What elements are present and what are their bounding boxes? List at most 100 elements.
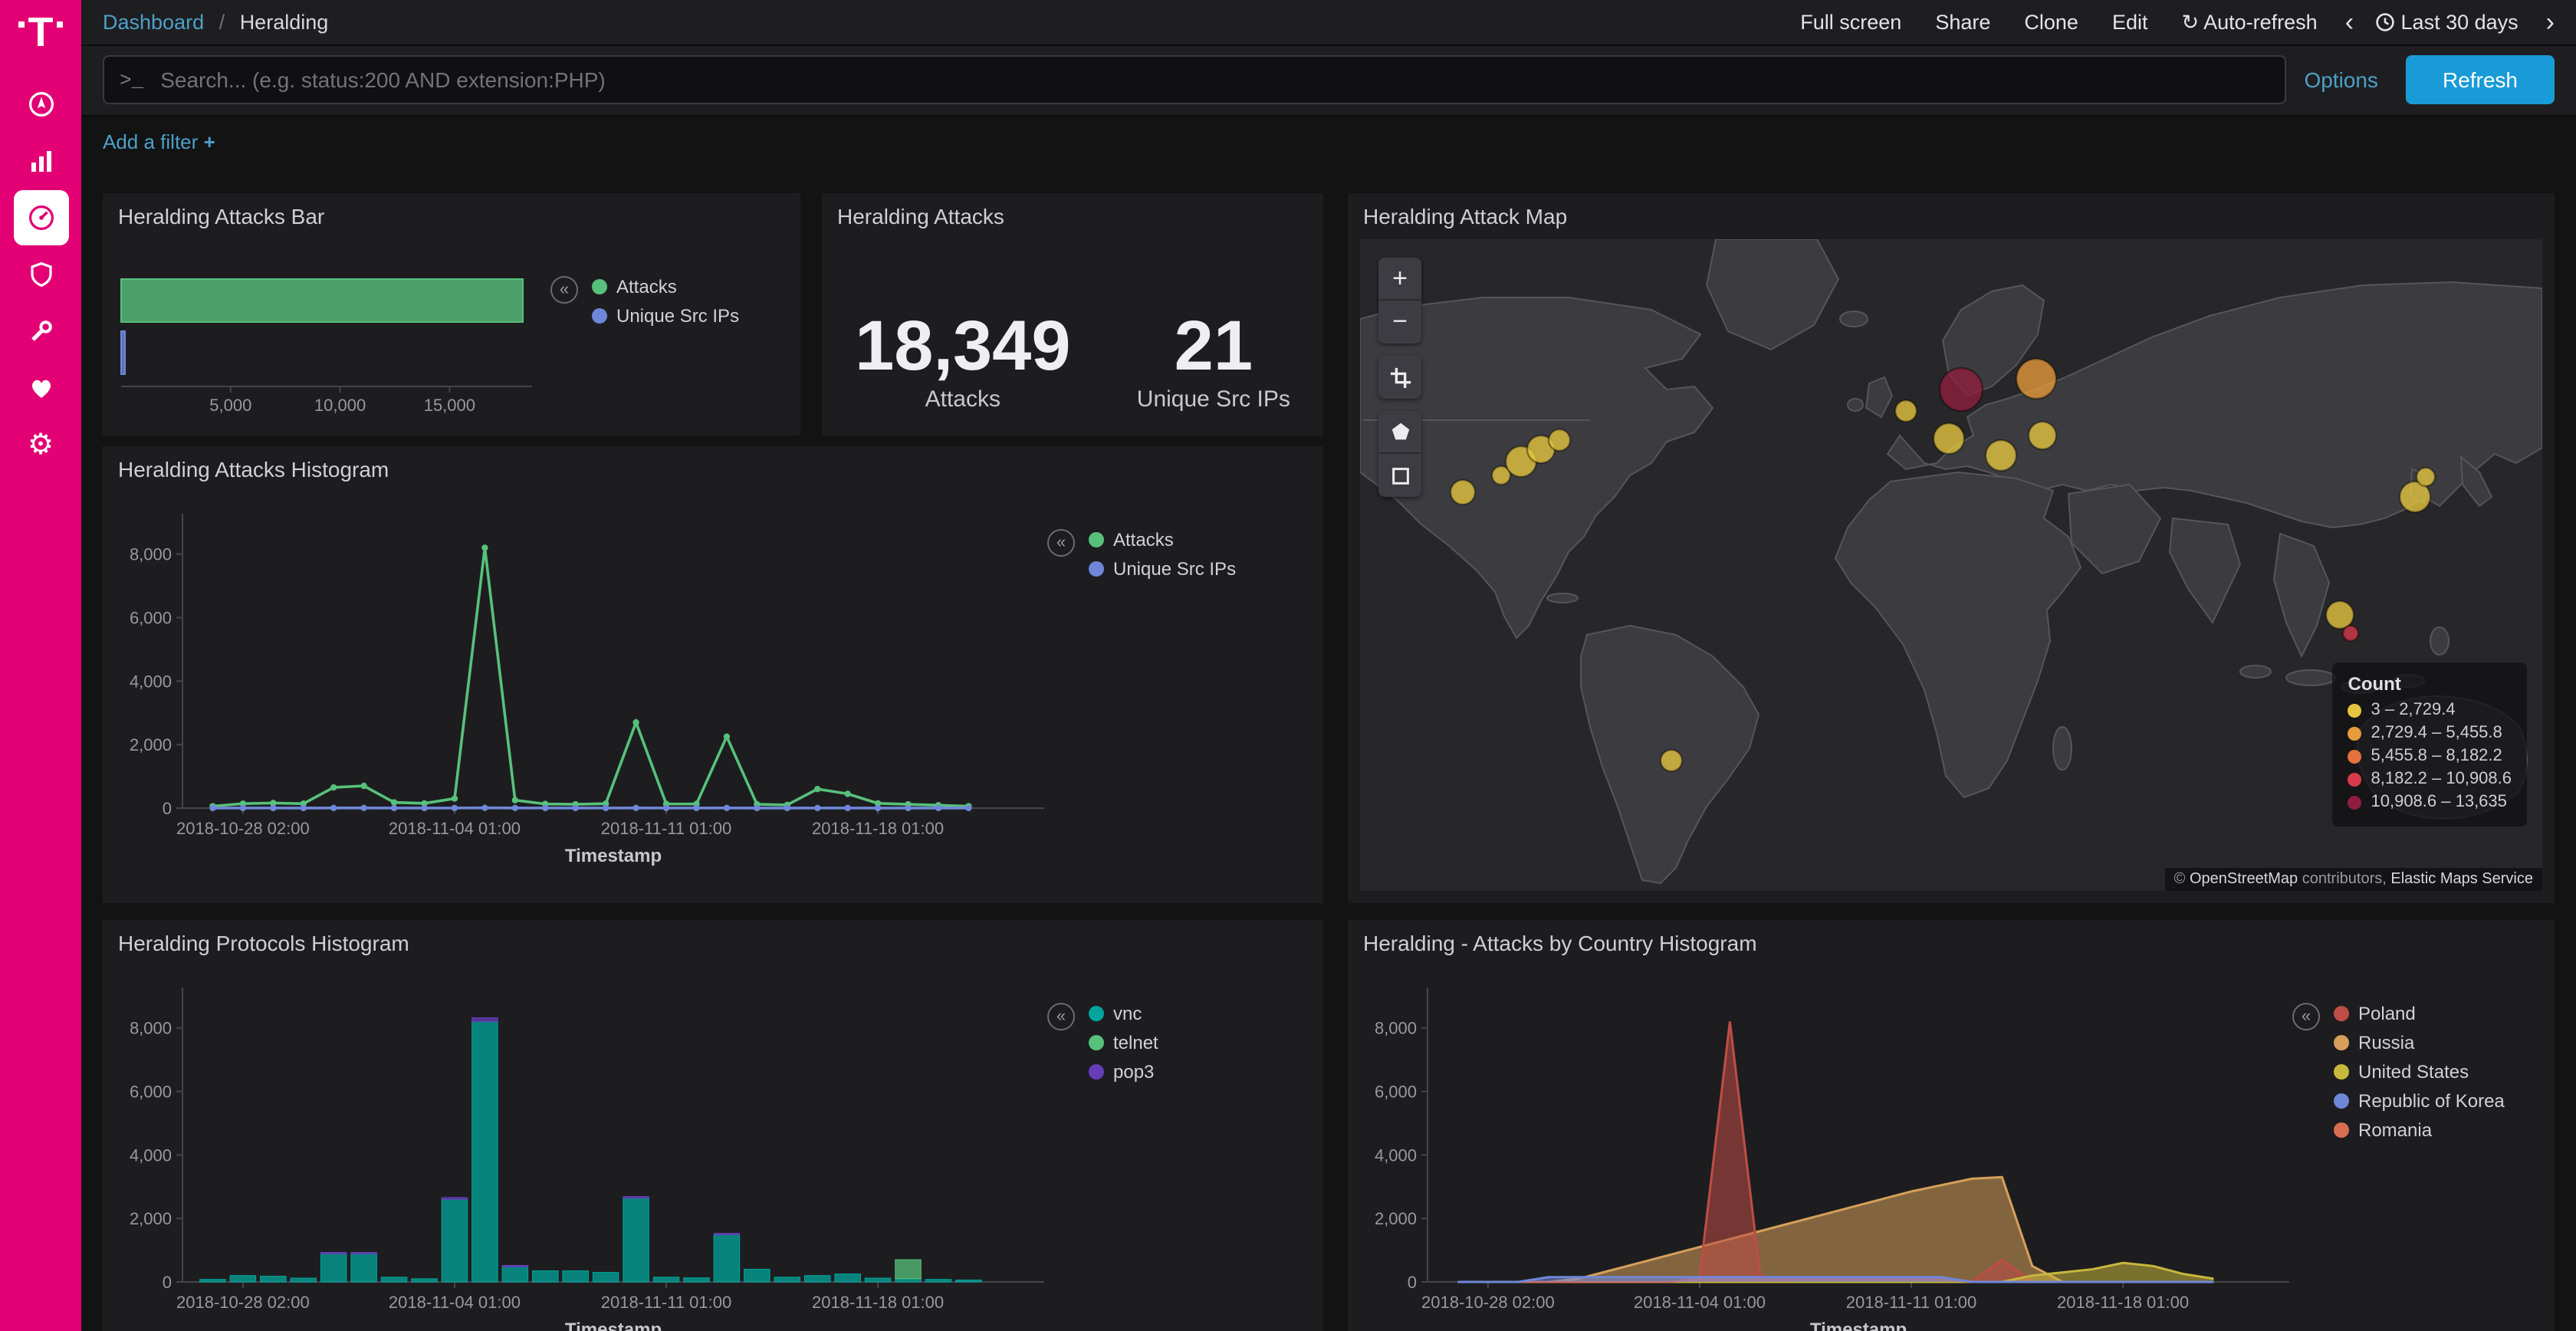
sidebar-item-settings[interactable]: ⚙ — [13, 418, 68, 473]
map-point[interactable] — [1549, 429, 1570, 451]
legend-item-united-states[interactable]: United States — [2334, 1061, 2505, 1083]
auto-refresh-button[interactable]: ↻ Auto-refresh — [2181, 10, 2317, 35]
query-bar: >_ Options Refresh — [81, 46, 2576, 117]
sidebar-item-tools[interactable] — [13, 304, 68, 360]
svg-text:2018-11-04 01:00: 2018-11-04 01:00 — [1634, 1293, 1766, 1312]
legend-item-attacks[interactable]: Attacks — [1089, 529, 1236, 550]
legend-item-attacks[interactable]: Attacks — [592, 276, 739, 297]
svg-text:8,000: 8,000 — [1375, 1019, 1417, 1038]
add-filter-link[interactable]: Add a filter + — [103, 130, 215, 153]
legend-dot — [1089, 1064, 1104, 1080]
clock-icon — [2375, 12, 2395, 32]
search-input[interactable] — [157, 66, 2269, 94]
svg-text:0: 0 — [163, 1273, 172, 1292]
svg-text:8,000: 8,000 — [130, 1019, 172, 1038]
topbar-edit[interactable]: Edit — [2112, 11, 2148, 34]
legend-item-poland[interactable]: Poland — [2334, 1003, 2505, 1024]
legend-items: Poland Russia United States Republic of Kor… — [2334, 1003, 2505, 1141]
panel-title: Heralding Attack Map — [1348, 193, 2555, 239]
legend-dot — [2348, 749, 2362, 763]
map-point[interactable] — [2029, 422, 2056, 449]
sidebar-item-dashboard[interactable] — [13, 191, 68, 246]
openstreetmap-link[interactable]: OpenStreetMap — [2190, 871, 2298, 888]
map-point[interactable] — [2343, 626, 2358, 641]
legend-item-romania[interactable]: Romania — [2334, 1119, 2505, 1141]
zoom-out-button[interactable]: − — [1378, 301, 1421, 343]
wrench-icon — [25, 317, 56, 347]
fit-bounds-icon[interactable] — [1378, 356, 1421, 399]
attacks-histogram-chart[interactable]: 02,0004,0006,0008,0002018-10-28 02:00201… — [115, 483, 1066, 880]
query-input-wrap[interactable]: >_ — [103, 55, 2285, 104]
panel-heralding-attacks-histogram: Heralding Attacks Histogram 02,0004,0006… — [103, 446, 1323, 903]
legend-dot — [2348, 795, 2362, 809]
sidebar-item-discover[interactable] — [13, 77, 68, 133]
map-point[interactable] — [2016, 359, 2056, 399]
svg-text:2,000: 2,000 — [130, 735, 172, 754]
map-point[interactable] — [1661, 750, 1682, 771]
legend-collapse-icon[interactable]: « — [550, 276, 578, 304]
metric-attacks: 18,349Attacks — [855, 310, 1070, 412]
query-options-link[interactable]: Options — [2304, 67, 2378, 92]
metric-value: 18,349 — [855, 310, 1070, 380]
kibana-dashboard: T ⚙ Dashboard / Heralding Full screen Sha… — [0, 0, 2576, 1331]
zoom-in-button[interactable]: + — [1378, 258, 1421, 301]
draw-polygon-icon[interactable] — [1378, 411, 1421, 454]
protocols-histogram-chart[interactable]: 02,0004,0006,0008,0002018-10-28 02:00201… — [115, 957, 1066, 1331]
refresh-button[interactable]: Refresh — [2406, 55, 2555, 104]
telekom-logo: T — [19, 14, 63, 51]
legend-item-unique-src-ips[interactable]: Unique Src IPs — [592, 305, 739, 327]
svg-text:4,000: 4,000 — [130, 672, 172, 691]
attack-map[interactable]: + − — [1360, 239, 2542, 891]
svg-text:2018-10-28 02:00: 2018-10-28 02:00 — [1421, 1293, 1555, 1312]
map-legend-bucket: 3 – 2,729.4 — [2348, 701, 2512, 719]
legend-collapse-icon[interactable]: « — [2292, 1003, 2320, 1030]
sidebar-item-security[interactable] — [13, 248, 68, 303]
legend-collapse-icon[interactable]: « — [1047, 529, 1075, 557]
topbar-clone[interactable]: Clone — [2024, 11, 2078, 34]
panel-heralding-attacks-bar: Heralding Attacks Bar 5,00010,00015,000 … — [103, 193, 800, 435]
metric-label: Unique Src IPs — [1137, 386, 1290, 412]
map-point[interactable] — [1940, 368, 1983, 411]
breadcrumb-separator: / — [219, 11, 225, 34]
map-point[interactable] — [1895, 400, 1917, 422]
svg-text:2018-11-18 01:00: 2018-11-18 01:00 — [812, 819, 944, 838]
time-back-icon[interactable]: ‹ — [2345, 9, 2354, 35]
legend-item-pop3[interactable]: pop3 — [1089, 1061, 1158, 1083]
map-point[interactable] — [1934, 423, 1964, 454]
country-histogram-chart[interactable]: 02,0004,0006,0008,0002018-10-28 02:00201… — [1360, 957, 2311, 1331]
attacks-bar-chart[interactable]: 5,00010,00015,000 — [115, 239, 563, 428]
legend-collapse-icon[interactable]: « — [1047, 1003, 1075, 1030]
map-point[interactable] — [1451, 480, 1475, 504]
breadcrumb-dashboard-link[interactable]: Dashboard — [103, 11, 204, 34]
map-legend-bucket: 2,729.4 – 5,455.8 — [2348, 724, 2512, 742]
elastic-maps-service-link[interactable]: Elastic Maps Service — [2390, 871, 2533, 888]
logo-letter: T — [28, 14, 54, 51]
legend-dot — [2348, 703, 2362, 717]
plus-icon: + — [204, 130, 215, 153]
map-legend-title: Count — [2348, 673, 2512, 695]
breadcrumb-current: Heralding — [240, 11, 329, 34]
topbar-full-screen[interactable]: Full screen — [1800, 11, 1901, 34]
legend-item-telnet[interactable]: telnet — [1089, 1032, 1158, 1053]
legend-item-russia[interactable]: Russia — [2334, 1032, 2505, 1053]
legend: « Attacks Unique Src IPs — [550, 276, 739, 327]
sidebar-item-visualize[interactable] — [13, 134, 68, 189]
svg-text:6,000: 6,000 — [130, 609, 172, 628]
time-range-picker[interactable]: Last 30 days — [2375, 11, 2518, 34]
draw-rectangle-icon[interactable] — [1378, 454, 1421, 497]
legend-items: Attacks Unique Src IPs — [592, 276, 739, 327]
time-forward-icon[interactable]: › — [2546, 9, 2555, 35]
legend-dot — [592, 308, 607, 324]
map-point[interactable] — [2326, 601, 2354, 629]
legend-dot — [1089, 532, 1104, 547]
topbar-share[interactable]: Share — [1935, 11, 1990, 34]
legend-item-unique-src-ips[interactable]: Unique Src IPs — [1089, 558, 1236, 580]
map-point[interactable] — [1986, 440, 2016, 471]
legend-item-vnc[interactable]: vnc — [1089, 1003, 1158, 1024]
legend-dot — [1089, 1035, 1104, 1050]
map-point[interactable] — [2417, 468, 2435, 486]
legend-item-republic-of-korea[interactable]: Republic of Korea — [2334, 1090, 2505, 1112]
sidebar-item-health[interactable] — [13, 361, 68, 416]
query-prompt-icon: >_ — [120, 68, 143, 91]
svg-text:2018-11-18 01:00: 2018-11-18 01:00 — [812, 1293, 944, 1312]
